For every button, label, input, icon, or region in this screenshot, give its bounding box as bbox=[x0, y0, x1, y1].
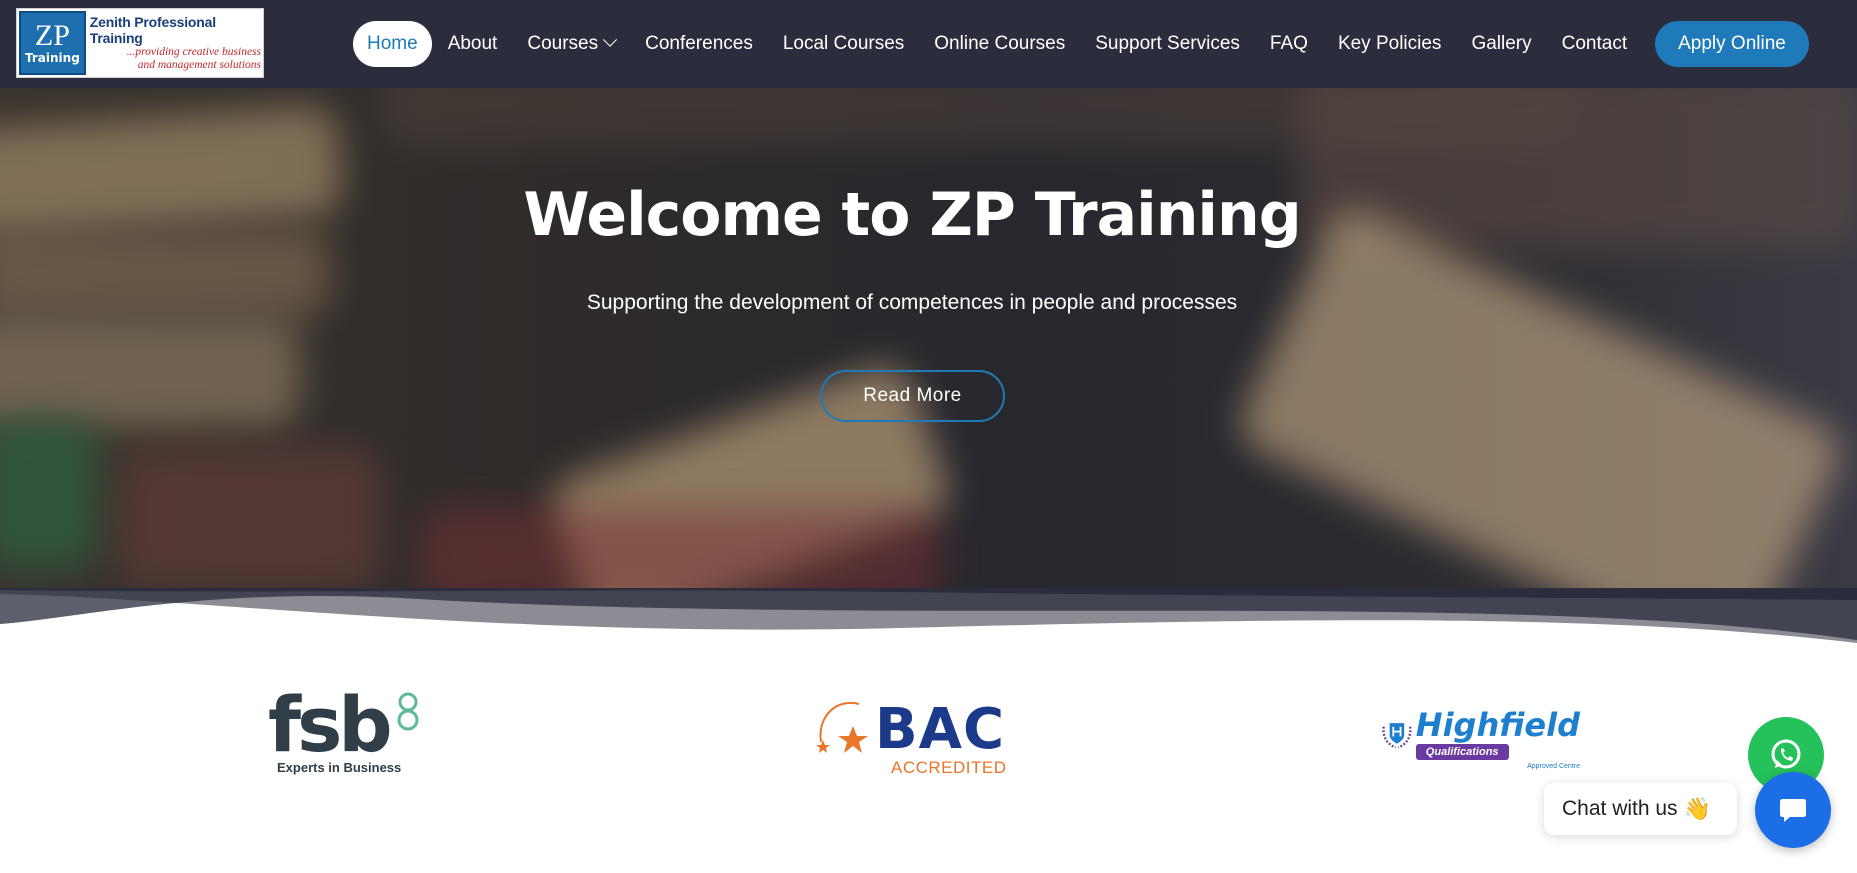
wave-hand-icon: 👋 bbox=[1683, 796, 1711, 821]
nav-item-contact[interactable]: Contact bbox=[1562, 21, 1627, 67]
site-logo[interactable]: ZP Training Zenith Professional Training… bbox=[16, 8, 264, 78]
chat-with-us-bubble[interactable]: Chat with us 👋 bbox=[1544, 783, 1737, 835]
fsb-wordmark: fsb bbox=[268, 680, 393, 769]
nav-item-conferences[interactable]: Conferences bbox=[645, 21, 753, 67]
partner-logo-fsb: fsb Experts in Business bbox=[268, 680, 448, 775]
logo-tagline-line-1: ...providing creative business bbox=[126, 46, 261, 58]
nav-item-label: Key Policies bbox=[1337, 33, 1442, 54]
nav-item-gallery[interactable]: Gallery bbox=[1471, 21, 1531, 67]
nav-item-label: Online Courses bbox=[934, 33, 1066, 54]
whatsapp-icon bbox=[1771, 739, 1801, 769]
hero-bg-book-left-4 bbox=[0, 418, 100, 568]
logo-mark-zp: ZP bbox=[34, 19, 70, 52]
nav-item-label: Gallery bbox=[1471, 33, 1532, 54]
nav-item-courses[interactable]: Courses bbox=[527, 21, 618, 67]
logo-tagline-line-2: and management solutions bbox=[137, 59, 261, 71]
nav-item-faq[interactable]: FAQ bbox=[1270, 21, 1308, 67]
nav-item-local-courses[interactable]: Local Courses bbox=[783, 21, 904, 67]
partner-logo-highfield: Highfield Qualifications Approved Centre bbox=[1380, 708, 1580, 770]
wave-divider bbox=[0, 588, 1857, 668]
nav-item-label: Courses bbox=[527, 33, 599, 54]
nav-item-support-services[interactable]: Support Services bbox=[1095, 21, 1240, 67]
chat-launcher-button[interactable] bbox=[1755, 772, 1831, 848]
bac-wordmark: BAC bbox=[875, 697, 1006, 762]
highfield-wordmark: Highfield bbox=[1415, 706, 1580, 744]
nav-item-label: Support Services bbox=[1095, 33, 1240, 54]
hero-banner: Welcome to ZP Training Supporting the de… bbox=[0, 88, 1857, 588]
top-navbar: ZP Training Zenith Professional Training… bbox=[0, 0, 1857, 88]
nav-item-label: About bbox=[447, 33, 498, 54]
nav-item-label: Local Courses bbox=[782, 33, 905, 54]
bac-tagline: ACCREDITED bbox=[891, 758, 1007, 777]
logo-company-name: Zenith Professional Training bbox=[89, 14, 216, 46]
nav-item-label: Contact bbox=[1561, 33, 1628, 54]
star-icon bbox=[816, 701, 868, 753]
nav-item-home[interactable]: Home bbox=[353, 21, 432, 67]
fsb-tagline: Experts in Business bbox=[277, 760, 402, 775]
logo-mark: ZP Training bbox=[19, 11, 86, 75]
highfield-tagline: Approved Centre bbox=[1527, 763, 1580, 770]
hero-subtitle: Supporting the development of competence… bbox=[586, 291, 1238, 314]
hero-bg-open-book-right bbox=[1231, 201, 1849, 588]
nav-item-about[interactable]: About bbox=[448, 21, 498, 67]
highfield-crest-icon bbox=[1382, 723, 1412, 749]
nav-item-online-courses[interactable]: Online Courses bbox=[934, 21, 1065, 67]
nav-item-label: FAQ bbox=[1269, 33, 1308, 54]
chat-icon bbox=[1780, 799, 1806, 822]
apply-online-button[interactable]: Apply Online bbox=[1655, 21, 1809, 67]
main-nav: Home About Courses Conferences Local Cou… bbox=[353, 21, 1657, 67]
hero-title: Welcome to ZP Training bbox=[523, 180, 1301, 250]
chevron-down-icon bbox=[603, 32, 618, 47]
chat-bubble-text: Chat with us bbox=[1562, 797, 1678, 820]
logo-text: Zenith Professional Training ...providin… bbox=[90, 14, 261, 72]
nav-item-key-policies[interactable]: Key Policies bbox=[1338, 21, 1442, 67]
highfield-badge: Qualifications bbox=[1415, 744, 1509, 760]
hero-bg-book-left-3 bbox=[0, 318, 300, 428]
logo-mark-training: Training bbox=[25, 51, 80, 65]
partner-logo-bac: BAC ACCREDITED bbox=[813, 696, 1023, 778]
read-more-button[interactable]: Read More bbox=[820, 370, 1005, 422]
fsb-loops-icon bbox=[397, 692, 419, 731]
nav-item-label: Home bbox=[367, 33, 418, 54]
hero-bg-book-bottom bbox=[420, 508, 940, 588]
hero-bg-book-left-5 bbox=[120, 448, 380, 588]
nav-item-label: Conferences bbox=[645, 33, 753, 54]
